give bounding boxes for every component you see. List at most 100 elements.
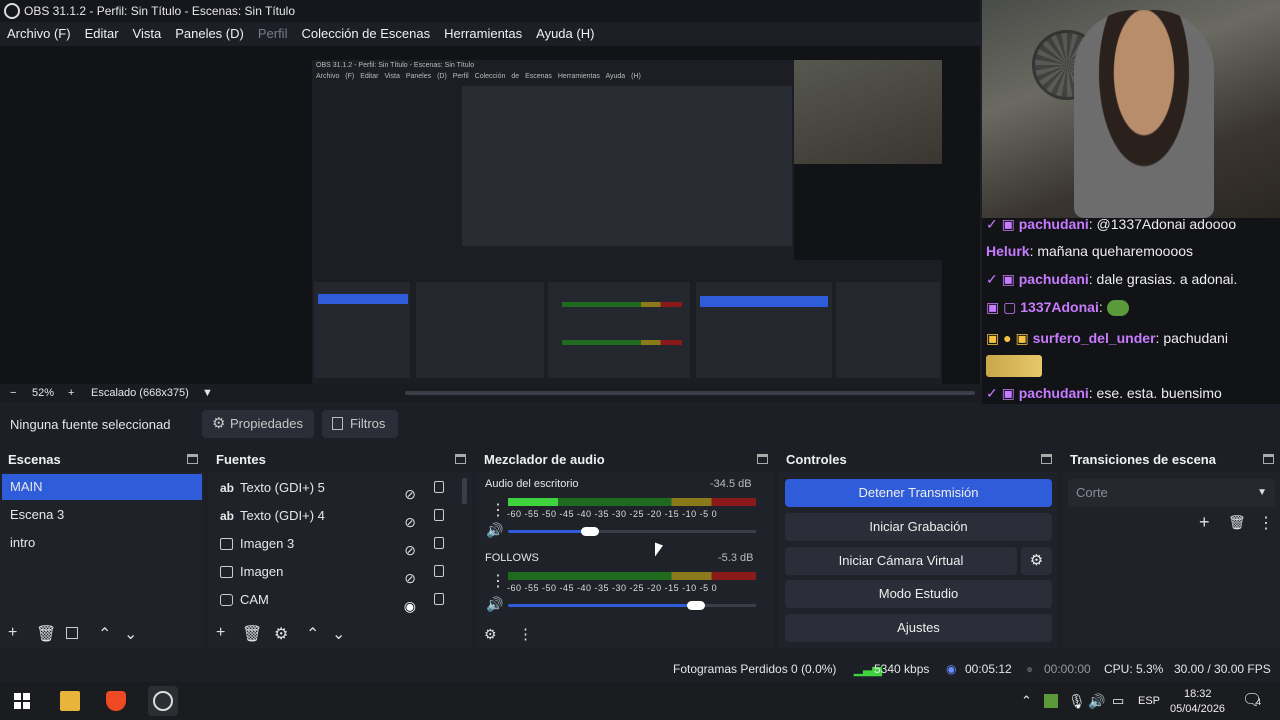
nested-menu-1: Editar	[360, 73, 379, 80]
move-down-icon[interactable]: ⌄	[332, 624, 345, 644]
filter-icon	[332, 417, 343, 430]
undock-icon[interactable]	[1263, 454, 1274, 464]
filters-button[interactable]: Filtros	[322, 410, 398, 438]
volume-slider[interactable]	[508, 601, 756, 610]
network-icon[interactable]: ▭	[1112, 682, 1124, 720]
chevron-down-icon: ▼	[1257, 487, 1267, 498]
lock-icon[interactable]	[434, 565, 444, 577]
nested-preview	[462, 86, 792, 246]
stream-time: 00:05:12	[965, 662, 1012, 676]
menu-paneles[interactable]: Paneles (D)	[168, 22, 251, 46]
virtual-camera-button[interactable]: Iniciar Cámara Virtual	[785, 547, 1017, 575]
transition-select[interactable]: Corte ▼	[1068, 479, 1275, 507]
zoom-out-button[interactable]: −	[10, 384, 16, 402]
more-options-icon[interactable]: ⋮	[490, 571, 506, 591]
filter-icon[interactable]	[66, 627, 78, 639]
virtual-camera-settings-icon[interactable]: ⚙	[1021, 547, 1052, 575]
eye-icon[interactable]: ◉	[404, 593, 416, 619]
scale-dropdown-icon[interactable]: ▼	[202, 384, 213, 402]
lock-icon[interactable]	[434, 537, 444, 549]
mixer-settings-icon[interactable]: ⚙	[484, 626, 497, 643]
remove-scene-icon[interactable]: 🗑	[36, 624, 56, 644]
volume-icon[interactable]: 🔊	[1088, 682, 1105, 720]
mouse-cursor-icon	[655, 542, 663, 560]
speaker-icon[interactable]: 🔊	[486, 596, 503, 613]
chat-message: ✓ ▣ pachudani: ese. esta. buensimo	[986, 385, 1222, 401]
volume-knob[interactable]	[687, 601, 705, 610]
obs-logo-icon	[4, 3, 20, 19]
undock-icon[interactable]	[1041, 454, 1052, 464]
source-item[interactable]: ab Texto (GDI+) 4 ⊘	[210, 503, 458, 530]
chat-message: Helurk: mañana queharemoooos	[986, 243, 1194, 259]
add-transition-icon[interactable]: +	[1199, 512, 1210, 533]
nested-menu: Archivo (F) Editar Vista Paneles (D) Per…	[316, 73, 641, 80]
source-name: Imagen 3	[240, 536, 295, 551]
audio-mixer-dock: Mezclador de audio Audio del escritorio …	[476, 448, 774, 648]
menu-coleccion-escenas[interactable]: Colección de Escenas	[294, 22, 437, 46]
remove-source-icon[interactable]: 🗑	[242, 624, 262, 644]
more-options-icon[interactable]: ⋮	[490, 500, 506, 520]
menu-vista[interactable]: Vista	[126, 22, 169, 46]
microphone-icon[interactable]: 🎙	[1068, 682, 1086, 720]
source-settings-icon[interactable]: ⚙	[274, 624, 288, 644]
tray-app-icon[interactable]	[1044, 694, 1058, 708]
tray-chevron-up-icon[interactable]: ⌃	[1021, 682, 1032, 720]
lock-icon[interactable]	[434, 509, 444, 521]
undock-icon[interactable]	[187, 454, 198, 464]
nested-stop-button	[700, 296, 828, 307]
nested-menu-7: Ayuda (H)	[605, 73, 641, 80]
add-source-icon[interactable]: +	[216, 624, 225, 642]
source-item[interactable]: ab Texto (GDI+) 5 ⊘	[210, 475, 458, 502]
sources-title-label: Fuentes	[216, 452, 266, 467]
transition-menu-icon[interactable]: ⋮	[1258, 513, 1274, 533]
move-up-icon[interactable]: ⌃	[306, 624, 319, 644]
nested-meter-1	[562, 302, 682, 307]
clock-time[interactable]: 18:32	[1184, 687, 1212, 701]
sources-scrollbar[interactable]	[462, 478, 467, 504]
stream-status-icon: ◉	[946, 662, 957, 676]
zoom-in-button[interactable]: +	[68, 384, 74, 402]
add-scene-icon[interactable]: +	[8, 624, 17, 642]
menu-perfil[interactable]: Perfil	[251, 22, 295, 46]
undock-icon[interactable]	[455, 454, 466, 464]
move-down-icon[interactable]: ⌄	[124, 624, 137, 644]
windows-start-icon[interactable]	[14, 693, 30, 709]
scene-item-intro[interactable]: intro	[2, 530, 202, 556]
stop-stream-button[interactable]: Detener Transmisión	[785, 479, 1052, 507]
speaker-icon[interactable]: 🔊	[486, 522, 503, 539]
input-language[interactable]: ESP	[1138, 682, 1160, 720]
properties-button[interactable]: ⚙ Propiedades	[202, 410, 314, 438]
chat-badge-icon: ✓ ▣	[986, 385, 1015, 401]
preview-scrollbar[interactable]	[405, 391, 975, 395]
mixer-menu-icon[interactable]: ⋮	[518, 625, 533, 643]
menu-archivo[interactable]: Archivo (F)	[0, 22, 78, 46]
source-item[interactable]: CAM ◉	[210, 587, 458, 614]
volume-slider[interactable]	[508, 527, 756, 536]
nested-sources	[416, 282, 544, 378]
settings-button[interactable]: Ajustes	[785, 614, 1052, 642]
chat-message: ▣ ● ▣ surfero_del_under: pachudani	[986, 330, 1228, 346]
preview-canvas[interactable]: OBS 31.1.2 - Perfil: Sin Título - Escena…	[312, 60, 942, 384]
source-name: Imagen	[240, 564, 284, 579]
remove-transition-icon[interactable]: 🗑	[1228, 514, 1246, 531]
undock-icon[interactable]	[757, 454, 768, 464]
start-recording-button[interactable]: Iniciar Grabación	[785, 513, 1052, 541]
menu-herramientas[interactable]: Herramientas	[437, 22, 529, 46]
clock-date[interactable]: 05/04/2026	[1170, 702, 1225, 716]
menu-editar[interactable]: Editar	[78, 22, 126, 46]
camera-icon	[220, 594, 233, 606]
scene-item-main[interactable]: MAIN	[2, 474, 202, 500]
move-up-icon[interactable]: ⌃	[98, 624, 111, 644]
lock-icon[interactable]	[434, 593, 444, 605]
source-item[interactable]: Imagen ⊘	[210, 559, 458, 586]
volume-knob[interactable]	[581, 527, 599, 536]
scene-item-escena-3[interactable]: Escena 3	[2, 502, 202, 528]
menu-ayuda[interactable]: Ayuda (H)	[529, 22, 601, 46]
transitions-title-label: Transiciones de escena	[1070, 452, 1216, 467]
file-explorer-icon[interactable]	[60, 691, 80, 711]
source-name: CAM	[240, 592, 269, 607]
studio-mode-button[interactable]: Modo Estudio	[785, 580, 1052, 608]
brave-browser-icon[interactable]	[106, 691, 126, 711]
lock-icon[interactable]	[434, 481, 444, 493]
source-item[interactable]: Imagen 3 ⊘	[210, 531, 458, 558]
